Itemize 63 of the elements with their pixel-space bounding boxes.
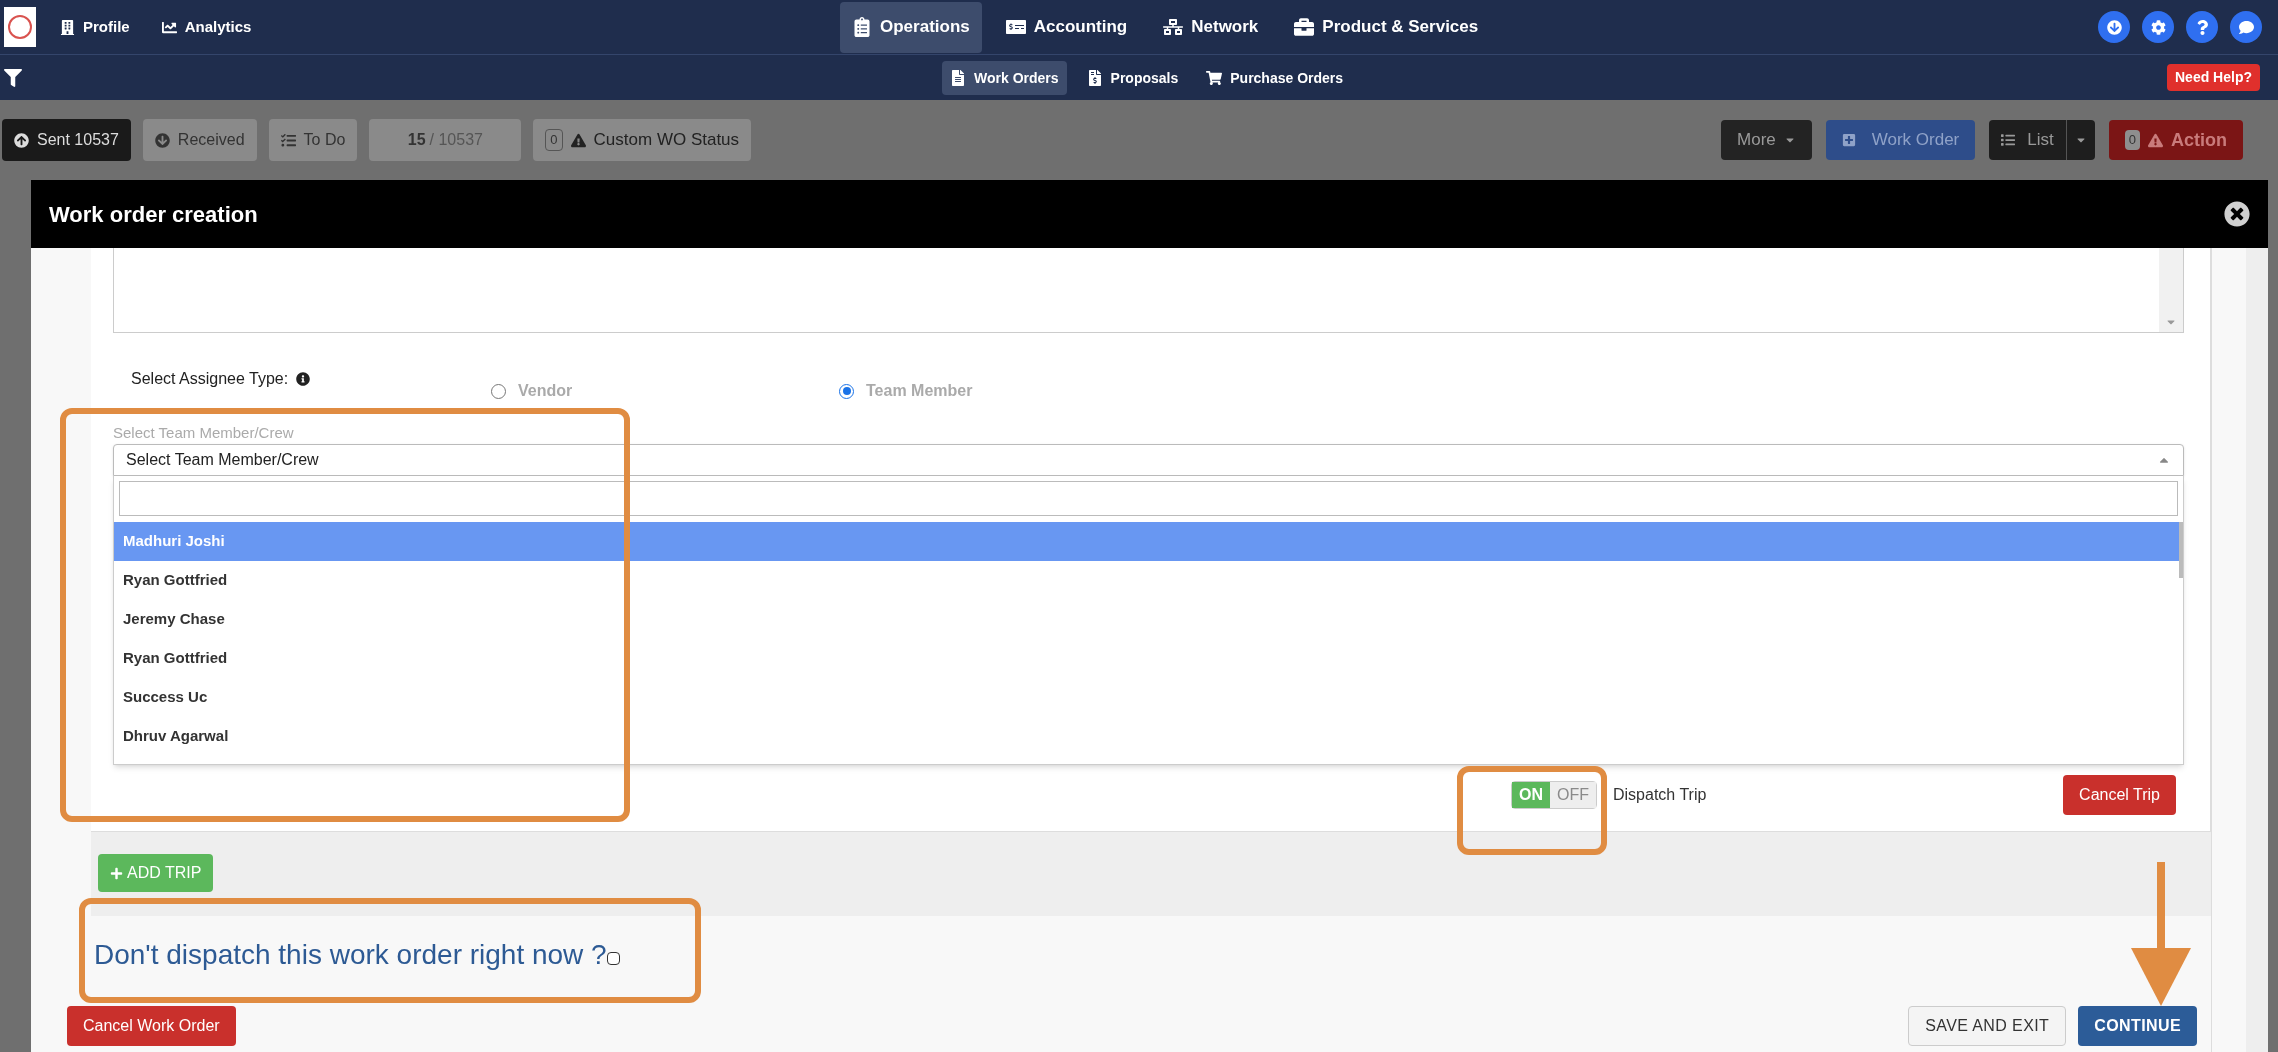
received-button[interactable]: Received [142, 119, 257, 161]
close-icon[interactable] [2224, 201, 2250, 227]
nav-tab[interactable]: Operations [840, 1, 982, 53]
scrollbar [2179, 522, 2183, 578]
arrow-up-icon [14, 132, 29, 148]
download-icon[interactable] [2098, 11, 2130, 43]
invoice-icon [1086, 70, 1103, 86]
filter-icon[interactable] [4, 67, 22, 88]
dropdown-option[interactable]: Dhruv Agarwal [114, 717, 2179, 756]
shopping-cart-icon [1206, 70, 1223, 86]
team-member-select[interactable]: Select Team Member/Crew [113, 444, 2184, 476]
list-icon [2001, 133, 2016, 147]
count-badge: 0 [545, 129, 563, 151]
continue-button[interactable]: CONTINUE [2078, 1006, 2197, 1046]
building-icon [60, 19, 75, 35]
briefcase-icon [1294, 17, 1315, 37]
settings-icon[interactable] [2142, 11, 2174, 43]
plus-icon [110, 866, 123, 880]
save-and-exit-button[interactable]: SAVE AND EXIT [1908, 1006, 2067, 1046]
sub-nav-tab[interactable]: Purchase Orders [1198, 61, 1352, 95]
list-button[interactable]: List [1989, 120, 2067, 160]
dropdown-option[interactable]: Jeremy Chase [114, 600, 2179, 639]
network-icon [1163, 17, 1184, 37]
arrow-down-icon [154, 132, 170, 148]
cancel-trip-button[interactable]: Cancel Trip [2063, 775, 2176, 815]
count-badge: 0 [2124, 130, 2140, 150]
more-button[interactable]: More [1721, 120, 1812, 160]
dont-dispatch-checkbox[interactable] [606, 951, 620, 965]
assignee-type-label: Select Assignee Type: [131, 367, 491, 391]
clipboard-icon [852, 17, 872, 37]
action-button[interactable]: 0 Action [2108, 120, 2243, 160]
info-icon[interactable] [296, 372, 311, 386]
sub-nav-tab[interactable]: Proposals [1078, 61, 1187, 95]
warning-icon [570, 132, 586, 148]
checklist-icon [280, 132, 296, 148]
nav-link[interactable]: Profile [60, 15, 130, 39]
warning-icon [2148, 132, 2163, 148]
sent-button[interactable]: Sent 10537 [2, 119, 131, 161]
modal-title: Work order creation [49, 200, 258, 229]
nav-tab[interactable]: Accounting [993, 1, 1140, 53]
nav-link[interactable]: Analytics [161, 15, 252, 39]
plus-icon [1841, 133, 1856, 147]
cancel-work-order-button[interactable]: Cancel Work Order [67, 1006, 236, 1046]
chat-icon[interactable] [2230, 11, 2262, 43]
todo-button[interactable]: To Do [268, 119, 358, 161]
dropdown-option[interactable]: Ryan Gottfried [114, 639, 2179, 678]
money-envelope-icon [1005, 17, 1026, 37]
need-help-button[interactable]: Need Help? [2167, 64, 2260, 91]
document-icon [950, 70, 966, 86]
nav-tab[interactable]: Network [1151, 1, 1271, 53]
nav-tab[interactable]: Product & Services [1282, 1, 1491, 53]
sub-nav-tab[interactable]: Work Orders [942, 61, 1067, 95]
dont-dispatch-label: Don't dispatch this work order right now ? [94, 938, 607, 972]
dispatch-trip-label: Dispatch Trip [1613, 785, 1707, 805]
help-icon[interactable] [2186, 11, 2218, 43]
company-logo [4, 7, 36, 47]
status-label: Custom WO Status [593, 129, 740, 152]
custom-status-button[interactable]: 0 Custom WO Status [533, 119, 752, 161]
line-chart-icon [161, 19, 177, 35]
field-label: Select Team Member/Crew [113, 423, 295, 443]
dropdown-option[interactable]: Success Uc [114, 678, 2179, 717]
dropdown-option[interactable]: Ryan Gottfried [114, 561, 2179, 600]
search-field[interactable] [119, 481, 2178, 516]
